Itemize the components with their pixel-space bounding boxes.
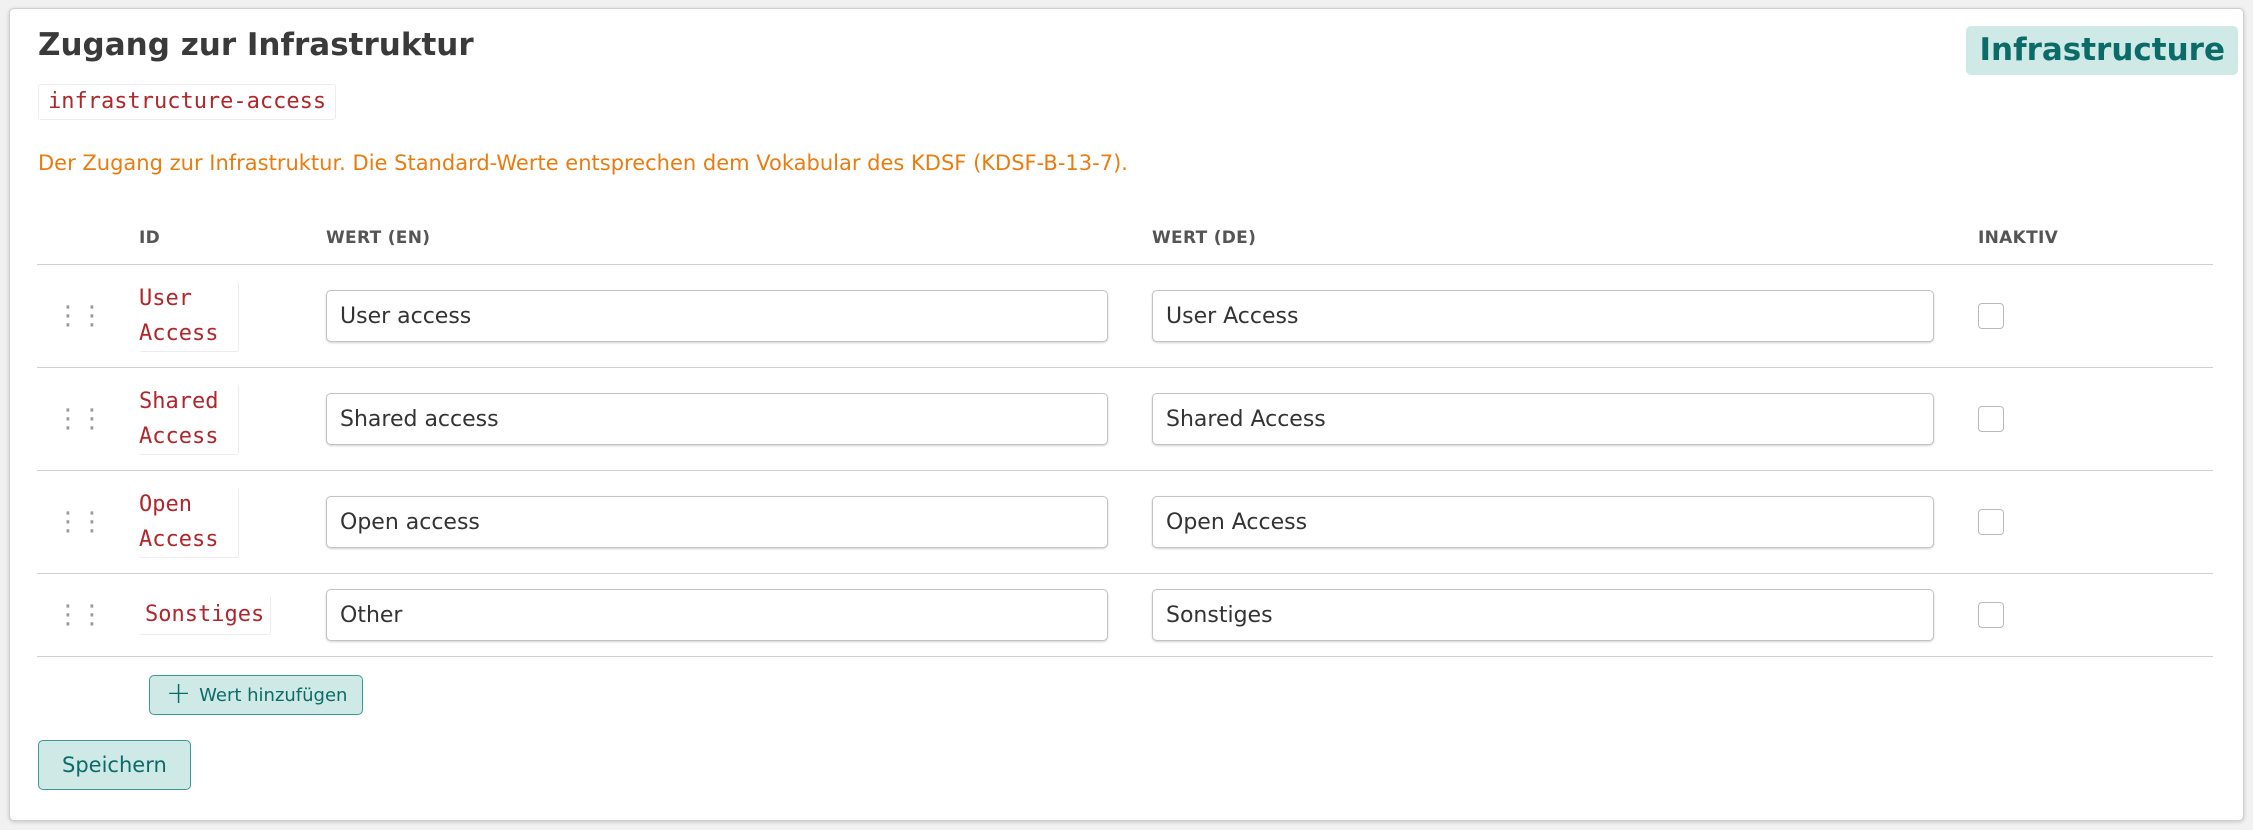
value-de-input[interactable] [1152,393,1934,445]
vocabulary-key: infrastructure-access [38,84,337,120]
value-en-input[interactable] [326,393,1108,445]
save-button[interactable]: Speichern [38,740,191,790]
drag-handle-icon[interactable]: ⋮⋮ [37,602,105,628]
row-id: Sonstiges [139,595,272,635]
value-de-column-header: WERT (DE) [1152,211,1978,265]
drag-handle-icon[interactable]: ⋮⋮ [37,406,105,432]
drag-cell: ⋮⋮ [37,470,139,574]
value-de-cell [1152,264,1978,368]
row-id: Open Access [139,486,239,558]
drag-handle-icon[interactable]: ⋮⋮ [37,509,105,535]
add-value-label: Wert hinzufügen [199,684,348,706]
category-badge: Infrastructure [1966,26,2238,75]
drag-cell: ⋮⋮ [37,367,139,471]
table-row: ⋮⋮ User Access [37,264,2213,368]
id-cell: Open Access [139,470,326,574]
value-en-input[interactable] [326,496,1108,548]
drag-cell: ⋮⋮ [37,264,139,368]
inactive-cell [1978,264,2213,368]
value-en-input[interactable] [326,589,1108,641]
inactive-column-header: INAKTIV [1978,211,2213,265]
id-cell: Shared Access [139,367,326,471]
inactive-checkbox[interactable] [1978,406,2004,432]
inactive-cell [1978,367,2213,471]
value-de-cell [1152,470,1978,574]
drag-column-header [37,211,139,265]
value-en-cell [326,264,1152,368]
values-table: ID WERT (EN) WERT (DE) INAKTIV ⋮⋮ User A… [37,211,2213,657]
inactive-checkbox[interactable] [1978,303,2004,329]
table-row: ⋮⋮ Open Access [37,470,2213,574]
id-column-header: ID [139,211,326,265]
table-row: ⋮⋮ Sonstiges [37,573,2213,657]
id-cell: Sonstiges [139,573,326,657]
inactive-cell [1978,573,2213,657]
section-title: Zugang zur Infrastruktur [38,27,474,63]
value-de-input[interactable] [1152,496,1934,548]
table-row: ⋮⋮ Shared Access [37,367,2213,471]
value-de-cell [1152,573,1978,657]
value-de-cell [1152,367,1978,471]
row-id: Shared Access [139,383,239,455]
row-id: User Access [139,280,239,352]
section-description: Der Zugang zur Infrastruktur. Die Standa… [38,151,1128,175]
value-en-cell [326,470,1152,574]
id-cell: User Access [139,264,326,368]
value-en-input[interactable] [326,290,1108,342]
value-en-column-header: WERT (EN) [326,211,1152,265]
vocabulary-card: Zugang zur Infrastruktur Infrastructure … [9,8,2244,821]
table-header-row: ID WERT (EN) WERT (DE) INAKTIV [37,211,2213,265]
value-en-cell [326,367,1152,471]
inactive-checkbox[interactable] [1978,602,2004,628]
value-de-input[interactable] [1152,589,1934,641]
drag-handle-icon[interactable]: ⋮⋮ [37,303,105,329]
inactive-checkbox[interactable] [1978,509,2004,535]
value-de-input[interactable] [1152,290,1934,342]
value-en-cell [326,573,1152,657]
drag-cell: ⋮⋮ [37,573,139,657]
add-value-button[interactable]: + Wert hinzufügen [149,675,364,715]
plus-icon: + [166,675,192,711]
inactive-cell [1978,470,2213,574]
